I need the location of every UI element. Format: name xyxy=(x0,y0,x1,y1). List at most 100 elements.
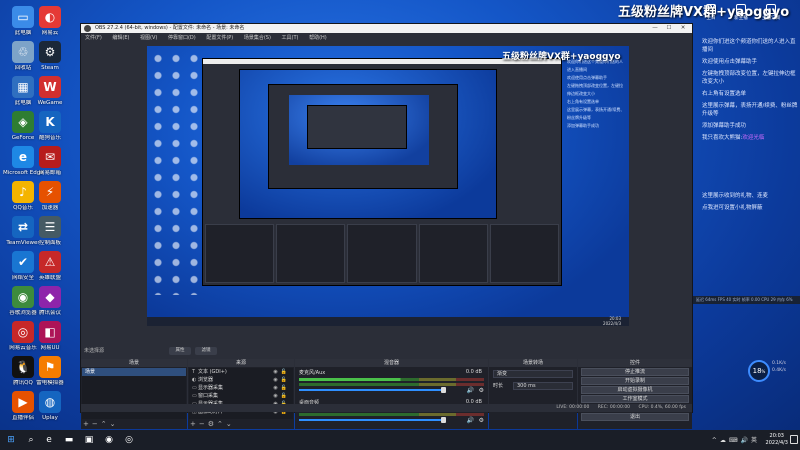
obs-menubar: 文件(F) 编辑(E) 视图(V) 停靠窗口(D) 配置文件(P) 场景集合(S… xyxy=(81,33,692,44)
tray-icon[interactable]: 🔊 xyxy=(741,437,751,444)
filters-button[interactable]: 滤镜 xyxy=(195,347,217,355)
tray-icon[interactable]: 英 xyxy=(751,437,760,444)
menu-edit[interactable]: 编辑(E) xyxy=(112,35,129,41)
minimize-button[interactable]: — xyxy=(648,24,662,33)
scene-down-button[interactable]: ⌄ xyxy=(110,420,119,428)
menu-profile[interactable]: 配置文件(P) xyxy=(206,35,233,41)
taskbar-clock[interactable]: 20:03 2022/4/3 xyxy=(766,433,788,447)
system-tray: ^☁⌨🔊英 xyxy=(712,435,760,444)
source-down-button[interactable]: ⌄ xyxy=(226,420,235,428)
stop-streaming-button[interactable]: 停止推流 xyxy=(581,368,689,376)
file-explorer-icon[interactable]: ▬ xyxy=(62,433,76,447)
birthday-icon[interactable]: 生日 xyxy=(700,4,722,21)
duration-input[interactable]: 300 ms xyxy=(513,382,573,390)
tray-icon[interactable]: ☁ xyxy=(720,437,729,444)
app-icon: ☰ xyxy=(39,216,61,238)
search-icon[interactable]: ⌕ xyxy=(24,433,38,447)
add-source-button[interactable]: + xyxy=(190,420,199,428)
transition-type-select[interactable]: 渐变 xyxy=(493,370,573,378)
source-item[interactable]: ▭显示器采集◉🔓 xyxy=(189,384,293,392)
app-icon: ◍ xyxy=(39,391,61,413)
studio-mode-button[interactable]: 工作室模式 xyxy=(581,395,689,403)
source-item[interactable]: ▭窗口采集 ◉🔓 xyxy=(189,392,293,400)
app-icon: ◐ xyxy=(39,6,61,28)
subscribe-icon[interactable]: 主播订阅 xyxy=(760,4,782,21)
stream-stats: 延迟 64ms FPS 40 实时 帧率 0.00 CPU 29 内存 6% xyxy=(693,296,800,304)
obs-preview[interactable]: 五级粉丝牌VX群+yaoggyo 欢迎你们进这个频道你们送的人进入直播间 欢迎使用… xyxy=(147,46,629,326)
app-icon[interactable]: ▣ xyxy=(82,433,96,447)
tray-icon[interactable]: ⌨ xyxy=(729,437,741,444)
notification-icon[interactable] xyxy=(790,435,798,444)
source-toolbar: 未选择源 属性 滤镜 xyxy=(81,345,692,357)
speaker-icon[interactable]: 🔊 xyxy=(467,387,474,394)
controls-dock: 控件 停止推流 开始录制 启动虚拟摄像机 工作室模式 设置 退出 xyxy=(578,359,692,429)
menu-file[interactable]: 文件(F) xyxy=(85,35,102,41)
app-icon: ⚡ xyxy=(39,181,61,203)
preview-chat-overlay: 欢迎你们进这个频道你们送的人进入直播间 欢迎使用点击弹幕助手 左键拖拽顶部改变位置，… xyxy=(567,58,625,286)
preview-chat-line: 这里展示弹幕，表扬开通/续费、粉丝牌升级等 xyxy=(567,107,625,120)
source-item[interactable]: T 文本 (GDI+) ◉🔓 xyxy=(189,368,293,376)
tray-icon[interactable]: ^ xyxy=(712,437,720,444)
exit-button[interactable]: 退出 xyxy=(581,413,689,421)
obs-window[interactable]: OBS 27.2.4 (64-bit, windows) - 配置文件: 未命名… xyxy=(80,23,693,429)
chat-message: 点我进可设置小礼物屏蔽 xyxy=(702,205,763,211)
visibility-lock-icons[interactable]: ◉🔓 xyxy=(273,368,290,376)
menu-help[interactable]: 帮助(H) xyxy=(309,35,327,41)
transition-type-row: 渐变 xyxy=(489,369,577,379)
source-settings-icon[interactable]: ⚙ xyxy=(208,420,217,428)
scene-item[interactable]: 场景 xyxy=(82,368,186,376)
scene-up-button[interactable]: ⌃ xyxy=(101,420,110,428)
start-recording-button[interactable]: 开始录制 xyxy=(581,377,689,385)
source-item[interactable]: ◐ 浏览器 ◉🔓 xyxy=(189,376,293,384)
menu-docks[interactable]: 停靠窗口(D) xyxy=(168,35,196,41)
network-speed: 0.1K/s 0.4K/s xyxy=(772,360,786,374)
chat-message: 左键拖拽顶部改变位置，左键拉伸边框改变大小 xyxy=(702,71,796,85)
transitions-dock: 场景转场 渐变 时长 300 ms xyxy=(489,359,577,429)
remove-scene-button[interactable]: − xyxy=(92,420,101,428)
maximize-button[interactable]: ☐ xyxy=(662,24,676,33)
volume-slider[interactable] xyxy=(299,387,447,393)
volume-slider[interactable] xyxy=(299,417,447,423)
danmaku-chat-panel: 欢迎你们进这个频道你们送的人进入直播间 欢迎使用点击弹幕助手 左键拖拽顶部改变位置，… xyxy=(702,38,798,146)
start-virtual-camera-button[interactable]: 启动虚拟摄像机 xyxy=(581,386,689,394)
nested-preview xyxy=(239,69,497,219)
properties-button[interactable]: 属性 xyxy=(169,347,191,355)
new-streamer-icon[interactable]: 新主播 xyxy=(730,4,752,21)
app-icon: ◧ xyxy=(39,321,61,343)
windows-start-icon[interactable]: ⊞ xyxy=(4,433,18,447)
edge-icon[interactable]: e xyxy=(42,433,56,447)
obs-titlebar[interactable]: OBS 27.2.4 (64-bit, windows) - 配置文件: 未命名… xyxy=(81,24,692,33)
menu-view[interactable]: 视图(V) xyxy=(140,35,157,41)
volume-meter xyxy=(299,413,484,416)
desktop-icon-label: 英雄联盟 xyxy=(38,275,61,281)
menu-scene-collection[interactable]: 场景集合(S) xyxy=(244,35,271,41)
menu-tools[interactable]: 工具(T) xyxy=(282,35,299,41)
transition-duration-row: 时长 300 ms xyxy=(489,381,577,391)
obs-taskbar-icon[interactable]: ◉ xyxy=(102,433,116,447)
speaker-icon[interactable]: 🔊 xyxy=(467,417,474,424)
source-label: 显示器采集 xyxy=(198,385,224,391)
app-icon: ⚠ xyxy=(39,251,61,273)
gear-icon[interactable]: ⚙ xyxy=(479,387,484,394)
gear-icon[interactable]: ⚙ xyxy=(479,417,484,424)
scenes-toolbar: +−⌃⌄ xyxy=(83,420,185,428)
app-icon: W xyxy=(39,76,61,98)
app-icon: ⚑ xyxy=(39,356,61,378)
visibility-lock-icons[interactable]: ◉🔓 xyxy=(273,376,290,384)
remove-source-button[interactable]: − xyxy=(199,420,208,428)
sources-dock: 来源 T文本 (GDI+)◉🔓◐浏览器◉🔓▭显示器采集◉🔓▭窗口采集◉🔓▭显示器… xyxy=(188,359,294,429)
preview-chat-line: 添加弹幕助手成功 xyxy=(567,123,599,128)
upload-speed: 0.1K/s xyxy=(772,361,786,366)
visibility-lock-icons[interactable]: ◉🔓 xyxy=(273,392,290,400)
desktop-icon[interactable]: ◍ Uplay xyxy=(30,389,70,435)
close-button[interactable]: ✕ xyxy=(676,24,690,33)
audio-mixer-dock: 混音器 麦克风/Aux 0.0 dB 🔊 ⚙ 桌面音频 0.0 dB 🔊 ⚙ xyxy=(295,359,488,429)
source-up-button[interactable]: ⌃ xyxy=(217,420,226,428)
netease-music-icon[interactable]: ◎ xyxy=(122,433,136,447)
chat-message: 欢迎你们进这个频道你们送的人进入直播间 xyxy=(702,39,796,53)
no-source-selected-label: 未选择源 xyxy=(84,348,105,354)
add-scene-button[interactable]: + xyxy=(83,420,92,428)
volume-meter xyxy=(299,378,484,381)
preview-chat-line: 欢迎使用点击弹幕助手 xyxy=(567,75,607,80)
visibility-lock-icons[interactable]: ◉🔓 xyxy=(273,384,290,392)
